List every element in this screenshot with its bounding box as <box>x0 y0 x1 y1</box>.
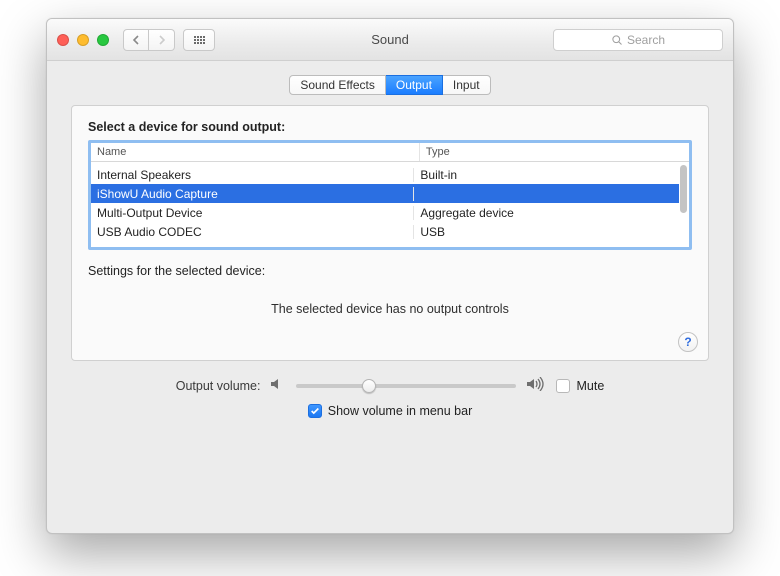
show-volume-menubar-field[interactable]: Show volume in menu bar <box>308 404 473 418</box>
bottom-controls: Output volume: Mute <box>71 377 709 418</box>
close-window-button[interactable] <box>57 34 69 46</box>
device-row[interactable]: Internal Speakers Built-in <box>91 165 679 184</box>
mute-label: Mute <box>576 379 604 393</box>
tabs: Sound Effects Output Input <box>71 75 709 95</box>
search-field[interactable]: Search <box>553 29 723 51</box>
mute-field[interactable]: Mute <box>556 379 604 393</box>
device-type: USB <box>414 225 679 239</box>
no-controls-message: The selected device has no output contro… <box>88 302 692 316</box>
column-header-type[interactable]: Type <box>420 143 689 161</box>
output-volume-slider[interactable] <box>296 378 516 394</box>
slider-thumb[interactable] <box>362 379 376 393</box>
body: Sound Effects Output Input Select a devi… <box>47 61 733 432</box>
column-header-name[interactable]: Name <box>91 143 420 161</box>
device-name: USB Audio CODEC <box>91 225 414 239</box>
show-volume-menubar-label: Show volume in menu bar <box>328 404 473 418</box>
tab-input[interactable]: Input <box>443 75 491 95</box>
forward-button[interactable] <box>149 29 175 51</box>
output-panel: Select a device for sound output: Name T… <box>71 105 709 361</box>
panel-heading: Select a device for sound output: <box>88 120 692 134</box>
volume-slider-group <box>270 377 546 394</box>
device-table: Name Type Internal Speakers Built-in iSh… <box>88 140 692 250</box>
show-all-button[interactable] <box>183 29 215 51</box>
device-type: Aggregate device <box>414 206 679 220</box>
slider-track <box>296 384 516 388</box>
speaker-max-icon <box>526 377 546 394</box>
device-row[interactable]: iShowU Audio Capture <box>91 184 679 203</box>
speaker-min-icon <box>270 377 286 394</box>
device-type: Built-in <box>414 168 679 182</box>
sound-preferences-window: Sound Search Sound Effects Output Input … <box>46 18 734 534</box>
device-row[interactable]: Multi-Output Device Aggregate device <box>91 203 679 222</box>
settings-label: Settings for the selected device: <box>88 264 692 278</box>
output-volume-label: Output volume: <box>176 379 261 393</box>
window-controls <box>57 34 109 46</box>
chevron-right-icon <box>158 35 166 45</box>
mute-checkbox[interactable] <box>556 379 570 393</box>
device-name: Internal Speakers <box>91 168 414 182</box>
device-name: iShowU Audio Capture <box>91 187 414 201</box>
nav-back-forward <box>123 29 175 51</box>
show-volume-menubar-checkbox[interactable] <box>308 404 322 418</box>
search-icon <box>611 34 623 46</box>
search-placeholder: Search <box>627 33 665 47</box>
zoom-window-button[interactable] <box>97 34 109 46</box>
tab-output[interactable]: Output <box>386 75 443 95</box>
check-icon <box>310 406 320 416</box>
chevron-left-icon <box>132 35 140 45</box>
back-button[interactable] <box>123 29 149 51</box>
help-button[interactable]: ? <box>678 332 698 352</box>
scrollbar-thumb[interactable] <box>680 165 687 213</box>
tab-sound-effects[interactable]: Sound Effects <box>289 75 386 95</box>
device-table-header: Name Type <box>91 143 689 162</box>
grid-icon <box>194 36 205 44</box>
device-row[interactable]: USB Audio CODEC USB <box>91 222 679 241</box>
device-name: Multi-Output Device <box>91 206 414 220</box>
scrollbar[interactable] <box>680 165 687 245</box>
minimize-window-button[interactable] <box>77 34 89 46</box>
device-rows: Internal Speakers Built-in iShowU Audio … <box>91 165 679 247</box>
titlebar: Sound Search <box>47 19 733 61</box>
